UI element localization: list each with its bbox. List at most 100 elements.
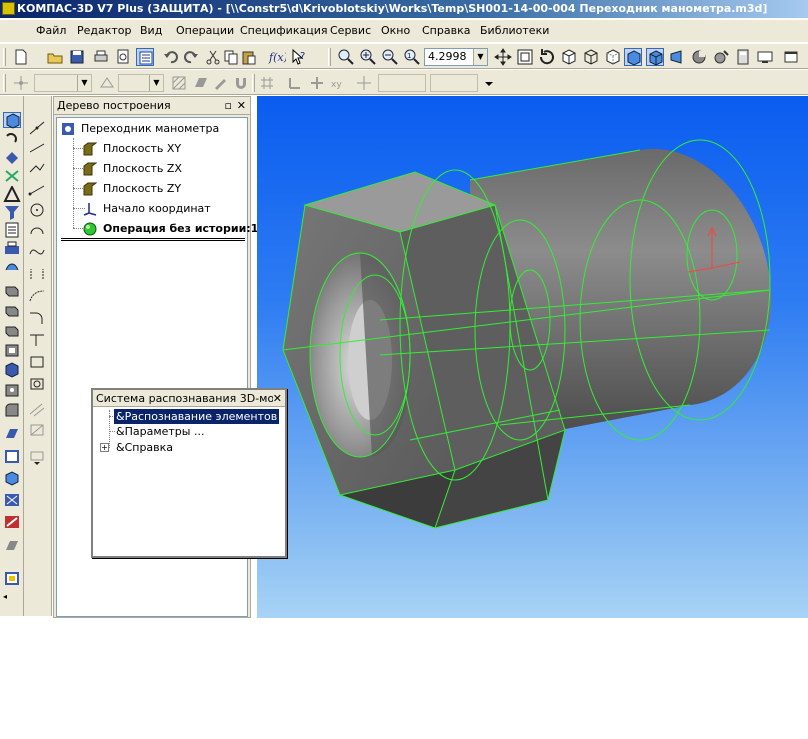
hidden-lines-icon[interactable]	[604, 48, 622, 66]
fillet-icon[interactable]	[3, 402, 21, 418]
extrusion-icon[interactable]	[3, 282, 21, 298]
rotation-icon[interactable]	[3, 302, 21, 318]
chevron-down-icon[interactable]	[480, 74, 498, 92]
rotate-icon[interactable]	[538, 48, 556, 66]
menu-view[interactable]: Вид	[140, 23, 162, 39]
shaded-edges-icon[interactable]	[646, 48, 664, 66]
specification-icon[interactable]	[3, 222, 21, 238]
zoom-in-icon[interactable]	[359, 48, 377, 66]
cut-extrusion-icon[interactable]	[3, 362, 21, 378]
dimensions-icon[interactable]	[3, 150, 21, 166]
tree-node-origin[interactable]: Начало координат	[83, 200, 243, 218]
show-all-icon[interactable]	[516, 48, 534, 66]
perspective-icon[interactable]	[668, 48, 686, 66]
zoom-previous-icon[interactable]: 1	[403, 48, 421, 66]
variables-fx-icon[interactable]: f(x)	[268, 48, 286, 66]
chevron-down-icon[interactable]: ▼	[149, 75, 163, 91]
toolbar-gripper[interactable]	[252, 74, 255, 92]
window-icon[interactable]	[782, 48, 800, 66]
toolbar-gripper[interactable]	[3, 48, 6, 66]
ellipse-tool-icon[interactable]	[28, 222, 46, 238]
orientation-icon[interactable]	[560, 48, 578, 66]
reports-icon[interactable]	[3, 240, 21, 256]
hatch-icon[interactable]	[170, 74, 188, 92]
pan-move-icon[interactable]	[494, 48, 512, 66]
menu-help[interactable]: Справка	[422, 23, 470, 39]
print-icon[interactable]	[92, 48, 110, 66]
close-icon[interactable]: ✕	[272, 390, 282, 406]
polygon-tool-icon[interactable]	[28, 376, 46, 392]
zoom-out-icon[interactable]	[381, 48, 399, 66]
zoom-window-icon[interactable]	[337, 48, 355, 66]
spline-tool-icon[interactable]	[28, 242, 46, 258]
wireframe-icon[interactable]	[582, 48, 600, 66]
toolbar-gripper[interactable]	[328, 48, 331, 66]
auxiliary-geometry-icon[interactable]	[3, 168, 21, 184]
menu-specification[interactable]: Спецификация	[240, 23, 327, 39]
coord-x-field[interactable]	[378, 74, 426, 92]
menu-operations[interactable]: Операции	[176, 23, 234, 39]
coord-y-field[interactable]	[430, 74, 478, 92]
copy-icon[interactable]	[222, 48, 240, 66]
menu-libraries[interactable]: Библиотеки	[480, 23, 549, 39]
orthogonal-icon[interactable]	[308, 74, 326, 92]
dropdown-icon[interactable]	[28, 450, 46, 466]
new-document-icon[interactable]	[12, 48, 30, 66]
rib-icon[interactable]	[3, 492, 21, 508]
recognition-item-parameters[interactable]: &Параметры ...	[116, 424, 204, 439]
style-combo[interactable]: ▼	[118, 74, 164, 92]
measure-icon[interactable]	[3, 186, 21, 202]
redo-icon[interactable]	[182, 48, 200, 66]
filter-icon[interactable]	[3, 204, 21, 220]
grid-icon[interactable]	[258, 74, 276, 92]
hole-icon[interactable]	[3, 382, 21, 398]
undo-icon[interactable]	[162, 48, 180, 66]
hatch-tool-icon[interactable]	[28, 402, 46, 418]
recognition-item-help[interactable]: &Справка	[116, 440, 173, 455]
scroll-down-icon[interactable]: ◂	[3, 592, 21, 608]
tree-node-part[interactable]: Переходник манометра	[61, 120, 241, 138]
save-icon[interactable]	[68, 48, 86, 66]
circle-tool-icon[interactable]	[28, 202, 46, 218]
kinematic-icon[interactable]	[3, 322, 21, 338]
xy-icon[interactable]: xy	[330, 74, 348, 92]
tree-node-plane-zx[interactable]: Плоскость ZX	[83, 160, 233, 178]
toolbar-gripper[interactable]	[3, 74, 6, 92]
chevron-down-icon[interactable]: ▼	[77, 75, 91, 91]
zoom-scale-combo[interactable]: 4.2998 ▼	[424, 48, 488, 66]
tree-node-plane-xy[interactable]: Плоскость XY	[83, 140, 233, 158]
tree-node-plane-zy[interactable]: Плоскость ZY	[83, 180, 233, 198]
geometry-icon[interactable]	[3, 132, 21, 148]
recognition-item-elements[interactable]: &Распознавание элементов	[114, 409, 280, 424]
chamfer-tool-icon[interactable]	[28, 288, 46, 304]
open-folder-icon[interactable]	[46, 48, 64, 66]
surfaces-icon[interactable]	[3, 258, 21, 274]
offset-tool-icon[interactable]	[28, 266, 46, 282]
section-icon[interactable]	[690, 48, 708, 66]
close-icon[interactable]: ✕	[237, 97, 246, 115]
calculator-icon[interactable]	[734, 48, 752, 66]
segment-tool-icon[interactable]	[28, 140, 46, 156]
expand-icon[interactable]: +	[100, 443, 109, 452]
shell-icon[interactable]	[3, 426, 21, 442]
layer-combo[interactable]: ▼	[34, 74, 92, 92]
print-preview-icon[interactable]	[114, 48, 132, 66]
menu-edit[interactable]: Редактор	[77, 23, 132, 39]
rectangle-tool-icon[interactable]	[28, 354, 46, 370]
magnet-icon[interactable]	[232, 74, 250, 92]
model-viewport[interactable]	[257, 96, 808, 618]
trim-tool-icon[interactable]	[28, 332, 46, 348]
local-cs-icon[interactable]	[286, 74, 304, 92]
edit-shape-icon[interactable]	[212, 74, 230, 92]
thread-icon[interactable]	[3, 538, 21, 554]
menu-file[interactable]: Файл	[36, 23, 66, 39]
library-icon[interactable]	[3, 570, 21, 586]
slope-icon[interactable]	[3, 514, 21, 530]
text-tool-icon[interactable]	[28, 422, 46, 438]
context-help-icon[interactable]: ?	[290, 48, 308, 66]
cut-icon[interactable]	[204, 48, 222, 66]
arc-tool-icon[interactable]	[28, 182, 46, 198]
pin-icon[interactable]: ▫	[225, 97, 232, 115]
chevron-down-icon[interactable]: ▼	[473, 49, 487, 65]
tree-node-operation[interactable]: Операция без истории:1	[83, 220, 258, 238]
